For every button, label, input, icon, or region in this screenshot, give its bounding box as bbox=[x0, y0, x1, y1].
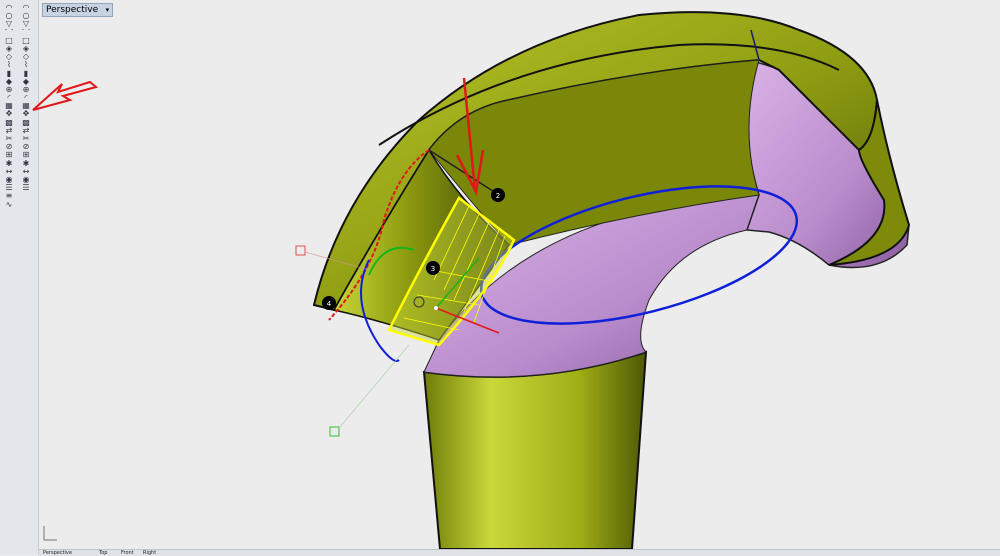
gumball-x-handle[interactable] bbox=[295, 245, 306, 256]
text-icon[interactable]: ↔ bbox=[19, 168, 33, 176]
toolbar-annotation-layer bbox=[32, 80, 99, 111]
tab-front[interactable]: Front bbox=[121, 551, 134, 556]
svg-text:3: 3 bbox=[431, 265, 435, 273]
gumball-origin bbox=[434, 306, 438, 310]
mirror-icon[interactable]: ⇄ bbox=[2, 127, 16, 135]
explode-icon[interactable]: ✱ bbox=[2, 160, 16, 168]
layer-icon[interactable]: ☰ bbox=[2, 184, 16, 192]
tab-top[interactable]: Top bbox=[99, 551, 107, 556]
stem-surface[interactable] bbox=[422, 350, 648, 549]
marker-4: 4 bbox=[322, 296, 336, 310]
svg-text:4: 4 bbox=[327, 300, 332, 308]
tab-perspective[interactable]: Perspective bbox=[43, 551, 72, 556]
svg-text:2: 2 bbox=[496, 192, 500, 200]
properties-icon[interactable]: ≡ bbox=[2, 192, 16, 200]
gumball-y-guide bbox=[338, 344, 410, 429]
gumball-y-handle[interactable] bbox=[329, 426, 340, 437]
marker-2: 2 bbox=[491, 188, 505, 202]
check-icon[interactable]: ◉ bbox=[19, 176, 33, 184]
intersect-icon[interactable]: ✱ bbox=[19, 160, 33, 168]
orient-icon[interactable]: ⊘ bbox=[19, 143, 33, 151]
analyze-icon[interactable]: ∿ bbox=[2, 201, 16, 209]
split-icon[interactable]: ⊘ bbox=[2, 143, 16, 151]
axis-indicator bbox=[43, 526, 57, 541]
snap-icon[interactable]: ☰ bbox=[19, 184, 33, 192]
annotation-arrow-left bbox=[32, 80, 99, 111]
project-icon[interactable]: ⊞ bbox=[19, 151, 33, 159]
marker-3: 3 bbox=[426, 261, 440, 275]
rotate-icon[interactable]: ⇄ bbox=[19, 127, 33, 135]
tab-right[interactable]: Right bbox=[143, 551, 156, 556]
dimension-icon[interactable]: ↔ bbox=[2, 168, 16, 176]
trim-icon[interactable]: ✂ bbox=[2, 135, 16, 143]
render-icon[interactable]: ◉ bbox=[2, 176, 16, 184]
scale-icon[interactable]: ✂ bbox=[19, 135, 33, 143]
join-icon[interactable]: ⊞ bbox=[2, 151, 16, 159]
model-canvas[interactable]: 2 3 4 bbox=[39, 0, 1000, 549]
perspective-viewport[interactable]: 2 3 4 Perspective ▾ bbox=[39, 0, 1000, 549]
chevron-down-icon[interactable]: ▾ bbox=[106, 4, 110, 16]
